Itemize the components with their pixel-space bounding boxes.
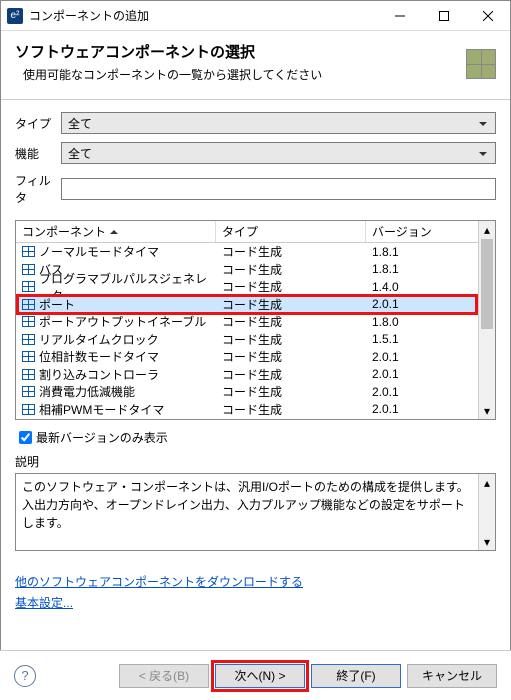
page-subtitle: 使用可能なコンポーネントの一覧から選択してください [15,66,496,83]
function-select[interactable]: 全て [61,142,496,164]
window-title: コンポーネントの追加 [29,7,378,24]
cell-component: ポートアウトプットイネーブル [39,313,206,330]
cell-type: コード生成 [216,383,366,400]
cell-type: コード生成 [216,348,366,365]
component-icon [22,246,35,257]
filter-input[interactable] [61,178,496,200]
table-row[interactable]: 位相計数モードタイマ コード生成2.0.1 [16,348,478,366]
description-box: このソフトウェア・コンポーネントは、汎用I/Oポートのための構成を提供します。入… [15,473,496,551]
cell-type: コード生成 [216,331,366,348]
component-icon [22,369,35,380]
maximize-button[interactable] [422,1,466,31]
component-icon [22,316,35,327]
table-row[interactable]: 消費電力低減機能 コード生成2.0.1 [16,383,478,401]
cell-version: 2.0.1 [366,367,478,381]
cell-type: コード生成 [216,313,366,330]
cell-component: ポート [39,296,75,313]
cell-version: 2.0.1 [366,297,478,311]
cell-version: 2.0.1 [366,385,478,399]
table-row[interactable]: ポートアウトプットイネーブルコード生成1.8.0 [16,313,478,331]
cell-type: コード生成 [216,296,366,313]
table-row[interactable]: ポート コード生成2.0.1 [16,296,478,314]
cancel-button[interactable]: キャンセル [407,664,497,688]
scroll-thumb[interactable] [481,239,493,329]
component-icon [22,351,35,362]
component-icon [22,264,35,275]
close-button[interactable] [466,1,510,31]
cell-component: 相補PWMモードタイマ [39,401,164,418]
type-label: タイプ [15,115,61,132]
cell-component: ノーマルモードタイマ [39,243,159,260]
cell-type: コード生成 [216,278,366,295]
function-label: 機能 [15,145,61,162]
cell-version: 1.8.0 [366,315,478,329]
download-link[interactable]: 他のソフトウェアコンポーネントをダウンロードする [15,573,303,590]
component-icon [22,386,35,397]
table-row[interactable]: ノーマルモードタイマ コード生成1.8.1 [16,243,478,261]
basic-settings-link[interactable]: 基本設定... [15,594,73,611]
scroll-down-icon[interactable]: ▾ [479,402,495,419]
description-text: このソフトウェア・コンポーネントは、汎用I/Oポートのための構成を提供します。入… [22,480,469,530]
component-icon [22,299,35,310]
scroll-down-icon[interactable]: ▾ [479,533,495,550]
page-title: ソフトウェアコンポーネントの選択 [15,41,496,62]
cell-version: 2.0.1 [366,350,478,364]
component-icon [22,334,35,345]
table-row[interactable]: プログラマブルパルスジェネレータコード生成1.4.0 [16,278,478,296]
cell-version: 2.0.1 [366,402,478,416]
latest-only-checkbox[interactable]: 最新バージョンのみ表示 [15,428,496,447]
component-grid-icon [466,49,496,79]
filter-label: フィルタ [15,172,61,206]
cell-version: 1.8.1 [366,245,478,259]
col-type[interactable]: タイプ [216,221,366,242]
table-row[interactable]: 割り込みコントローラ コード生成2.0.1 [16,366,478,384]
next-button[interactable]: 次へ(N) > [215,664,305,688]
cell-type: コード生成 [216,243,366,260]
cell-component: 位相計数モードタイマ [39,348,159,365]
cell-version: 1.4.0 [366,280,478,294]
cell-version: 1.5.1 [366,332,478,346]
minimize-button[interactable] [378,1,422,31]
desc-scrollbar[interactable]: ▴ ▾ [478,474,495,550]
cell-type: コード生成 [216,261,366,278]
type-select[interactable]: 全て [61,112,496,134]
help-button[interactable]: ? [14,665,36,687]
app-icon: e² [7,8,23,24]
col-component[interactable]: コンポーネント [16,221,216,242]
scroll-up-icon[interactable]: ▴ [479,221,495,238]
cell-version: 1.8.1 [366,262,478,276]
table-row[interactable]: 相補PWMモードタイマ コード生成2.0.1 [16,401,478,419]
table-row[interactable]: リアルタイムクロック コード生成1.5.1 [16,331,478,349]
back-button[interactable]: < 戻る(B) [119,664,209,688]
cell-type: コード生成 [216,401,366,418]
cell-component: 消費電力低減機能 [39,383,135,400]
cell-component: リアルタイムクロック [39,331,159,348]
description-label: 説明 [15,453,496,470]
sort-icon [110,226,118,234]
finish-button[interactable]: 終了(F) [311,664,401,688]
col-version[interactable]: バージョン [366,221,478,242]
latest-only-input[interactable] [19,431,32,444]
component-table: コンポーネント タイプ バージョン ノーマルモードタイマコード生成1.8.1バス… [15,220,496,420]
table-scrollbar[interactable]: ▴ ▾ [478,221,495,419]
scroll-up-icon[interactable]: ▴ [479,474,495,491]
cell-component: 割り込みコントローラ [39,366,159,383]
cell-type: コード生成 [216,366,366,383]
component-icon [22,404,35,415]
component-icon [22,281,35,292]
